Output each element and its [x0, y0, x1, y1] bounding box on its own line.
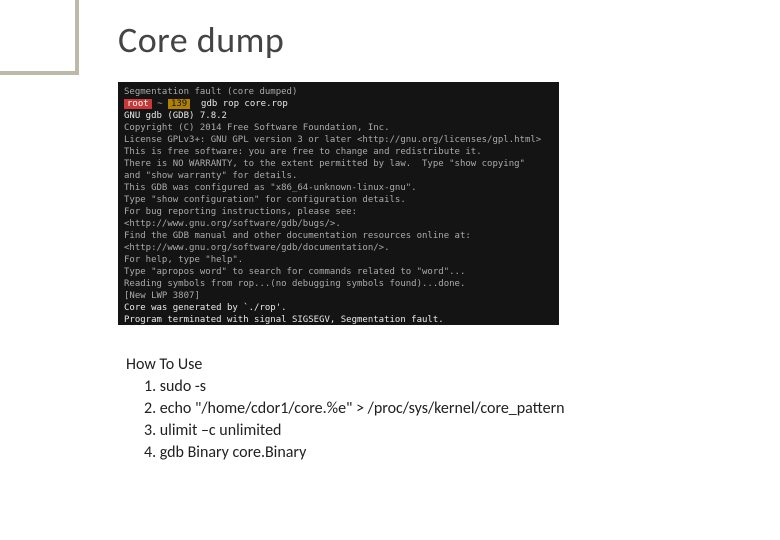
prompt-sep: ~	[152, 99, 168, 109]
howto-step-4: 4. gdb Binary core.Binary	[126, 442, 565, 464]
term-line: and "show warranty" for details.	[124, 171, 297, 181]
term-line: <http://www.gnu.org/software/gdb/bugs/>.	[124, 219, 341, 229]
term-line: Reading symbols from rop...(no debugging…	[124, 279, 465, 289]
terminal-screenshot: Segmentation fault (core dumped) root ~ …	[118, 82, 559, 325]
term-line: Find the GDB manual and other documentat…	[124, 231, 471, 241]
term-line: Type "show configuration" for configurat…	[124, 195, 406, 205]
term-line: Program terminated with signal SIGSEGV, …	[124, 315, 444, 325]
term-line: For bug reporting instructions, please s…	[124, 207, 357, 217]
page-title: Core dump	[118, 18, 284, 62]
term-line: Core was generated by `./rop'.	[124, 303, 287, 313]
term-line: License GPLv3+: GNU GPL version 3 or lat…	[124, 135, 541, 145]
howto-step-3: 3. ulimit –c unlimited	[126, 420, 565, 442]
term-line: This GDB was configured as "x86_64-unkno…	[124, 183, 417, 193]
how-to-use: How To Use 1. sudo -s 2. echo "/home/cdo…	[126, 354, 565, 464]
howto-heading: How To Use	[126, 354, 565, 376]
prompt-cmd: gdb rop core.rop	[190, 99, 288, 109]
slide: Core dump Segmentation fault (core dumpe…	[0, 0, 780, 540]
term-line: <http://www.gnu.org/software/gdb/documen…	[124, 243, 390, 253]
term-line: [New LWP 3807]	[124, 291, 200, 301]
term-line: There is NO WARRANTY, to the extent perm…	[124, 159, 525, 169]
term-line: This is free software: you are free to c…	[124, 147, 482, 157]
accent-vertical	[75, 0, 79, 75]
prompt-user: root	[124, 99, 152, 109]
term-line: Copyright (C) 2014 Free Software Foundat…	[124, 123, 390, 133]
term-line: GNU gdb (GDB) 7.8.2	[124, 111, 227, 121]
term-line: For help, type "help".	[124, 255, 243, 265]
howto-step-2: 2. echo "/home/cdor1/core.%e" > /proc/sy…	[126, 398, 565, 420]
term-line: Segmentation fault (core dumped)	[124, 87, 297, 97]
term-line: Type "apropos word" to search for comman…	[124, 267, 465, 277]
howto-step-1: 1. sudo -s	[126, 376, 565, 398]
accent-horizontal	[0, 71, 79, 75]
prompt-exit-code: 139	[168, 99, 190, 109]
